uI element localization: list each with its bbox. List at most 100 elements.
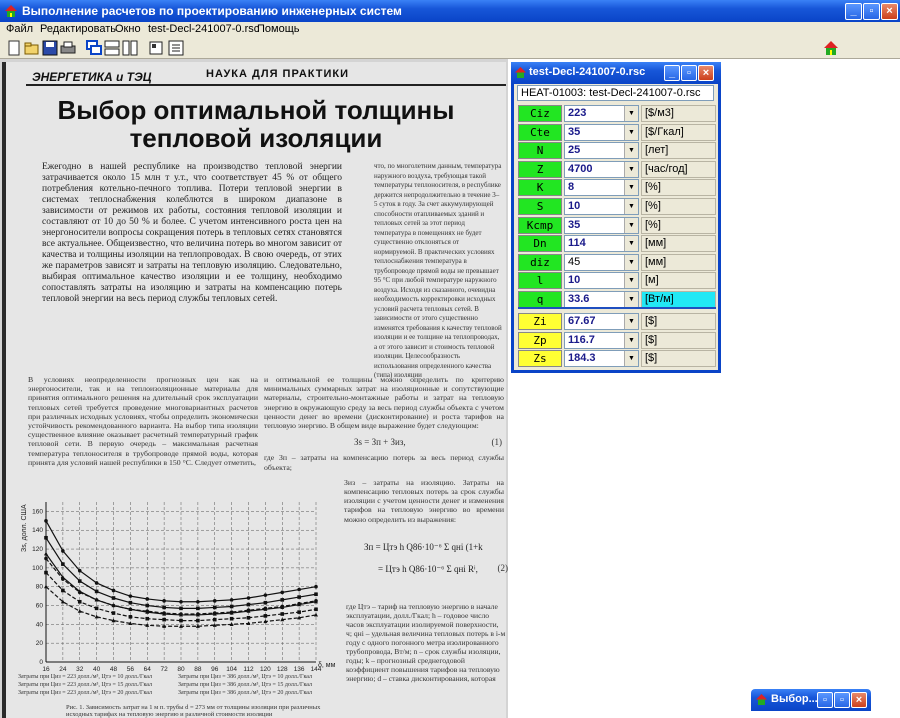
param-label[interactable]: Cte [518,123,562,141]
param-value[interactable]: 116.7 [568,334,595,346]
maximize-button[interactable]: ▫ [863,3,880,20]
param-label[interactable]: q [518,291,562,308]
chevron-down-icon[interactable]: ▼ [624,199,638,214]
param-value-combo[interactable]: 114 ▼ [564,235,639,253]
param-value-combo[interactable]: 33.6 ▼ [564,291,639,308]
param-label[interactable]: Z [518,160,562,178]
chart-point [44,519,48,523]
mini-close-button[interactable]: × [851,692,867,708]
child-maximize-button[interactable]: ▫ [681,65,697,81]
tile-horizontal-icon[interactable] [104,40,120,56]
calculation-window-title: test-Decl-241007-0.rsc [529,66,646,78]
calculation-window[interactable]: test-Decl-241007-0.rsc _ ▫ × HEAT-01003:… [511,62,721,373]
save-icon[interactable] [42,40,58,56]
param-value[interactable]: 223 [568,107,586,119]
child-minimize-button[interactable]: _ [664,65,680,81]
mini-maximize-button[interactable]: ▫ [834,692,850,708]
list-icon[interactable] [168,40,184,56]
menu-edit[interactable]: Редактировать [40,23,116,35]
minimized-window[interactable]: Выбор... ▫ ▫ × [751,689,871,711]
chevron-down-icon[interactable]: ▼ [624,314,638,329]
param-value[interactable]: 67.67 [568,315,596,327]
vertical-scrollbar[interactable] [884,59,900,718]
param-label[interactable]: Zs [518,350,562,368]
param-label[interactable]: Ciz [518,105,562,122]
chevron-down-icon[interactable]: ▼ [624,273,638,289]
param-value[interactable]: 114 [568,237,586,249]
param-value[interactable]: 4700 [568,163,592,175]
open-folder-icon[interactable] [24,40,40,56]
param-value-combo[interactable]: 25 ▼ [564,142,639,160]
param-label[interactable]: Zi [518,313,562,330]
print-icon[interactable] [60,40,76,56]
param-label[interactable]: K [518,179,562,197]
menu-window[interactable]: Окно [115,23,141,35]
chevron-down-icon[interactable]: ▼ [624,180,638,196]
param-value-combo[interactable]: 35 ▼ [564,123,639,141]
cascade-windows-icon[interactable] [86,40,102,56]
app-title-bar[interactable]: Выполнение расчетов по проектированию ин… [0,0,900,22]
chart-point [44,570,48,575]
param-value-combo[interactable]: 8 ▼ [564,179,639,197]
param-unit: [$] [641,313,716,330]
param-value-combo[interactable]: 67.67 ▼ [564,313,639,330]
chevron-down-icon[interactable]: ▼ [624,254,638,270]
formula-2-number: (2) [497,562,509,573]
chart-point [94,581,99,585]
chart-point [229,604,234,609]
chevron-down-icon[interactable]: ▼ [624,124,638,140]
home-icon[interactable] [823,40,839,56]
param-value-combo[interactable]: 4700 ▼ [564,160,639,178]
chevron-down-icon[interactable]: ▼ [624,351,638,367]
new-file-icon[interactable] [6,40,22,56]
menu-file[interactable]: Файл [6,23,33,35]
chevron-down-icon[interactable]: ▼ [624,332,638,348]
param-value-combo[interactable]: 10 ▼ [564,272,639,290]
child-close-button[interactable]: × [698,65,714,81]
param-label[interactable]: Kcmp [518,216,562,234]
menu-document[interactable]: test-Decl-241007-0.rsc [148,23,259,35]
param-value-combo[interactable]: 116.7 ▼ [564,331,639,349]
param-label[interactable]: diz [518,253,562,271]
chevron-down-icon[interactable]: ▼ [624,236,638,252]
param-label[interactable]: Dn [518,235,562,253]
param-value[interactable]: 45 [568,256,580,268]
formula-2-graphic: Зп = Цтэ h Q86·10⁻⁶ Σ qнi (1+k / 1+d)ⁱ =… [364,542,508,574]
param-value[interactable]: 184.3 [568,352,596,364]
chart-point [196,599,200,604]
param-value[interactable]: 8 [568,181,574,193]
chevron-down-icon[interactable]: ▼ [624,217,638,233]
param-value[interactable]: 35 [568,219,580,231]
chevron-down-icon[interactable]: ▼ [624,143,638,159]
mini-restore-button[interactable]: ▫ [817,692,833,708]
minimize-button[interactable]: _ [845,3,862,20]
chart-point [179,599,183,604]
param-value-combo[interactable]: 35 ▼ [564,216,639,234]
param-row-zs: Zs 184.3 ▼ [$] [518,349,716,368]
formula-1-text: Зs = Зп + Зиз, [354,437,406,448]
param-label[interactable]: Zp [518,331,562,349]
param-value-combo[interactable]: 10 ▼ [564,198,639,215]
param-value[interactable]: 25 [568,144,580,156]
calculation-window-title-bar[interactable]: test-Decl-241007-0.rsc _ ▫ × [511,62,721,84]
param-value[interactable]: 10 [568,274,580,286]
param-label[interactable]: N [518,142,562,160]
tile-vertical-icon[interactable] [122,40,138,56]
chart-point [263,600,268,605]
close-button[interactable]: × [881,3,898,20]
param-value[interactable]: 33.6 [568,293,589,305]
chevron-down-icon[interactable]: ▼ [624,292,638,307]
param-row-l: l 10 ▼ [м] [518,271,716,290]
param-value-combo[interactable]: 45 ▼ [564,253,639,271]
chevron-down-icon[interactable]: ▼ [624,106,638,121]
param-label[interactable]: l [518,272,562,290]
param-value-combo[interactable]: 223 ▼ [564,105,639,122]
param-label[interactable]: S [518,198,562,215]
menu-help[interactable]: Помощь [257,23,300,35]
chevron-down-icon[interactable]: ▼ [624,161,638,177]
param-value-combo[interactable]: 184.3 ▼ [564,350,639,368]
param-value[interactable]: 35 [568,126,580,138]
properties-icon[interactable] [148,40,164,56]
chart-x-tick: 120 [260,666,271,673]
param-value[interactable]: 10 [568,200,580,212]
